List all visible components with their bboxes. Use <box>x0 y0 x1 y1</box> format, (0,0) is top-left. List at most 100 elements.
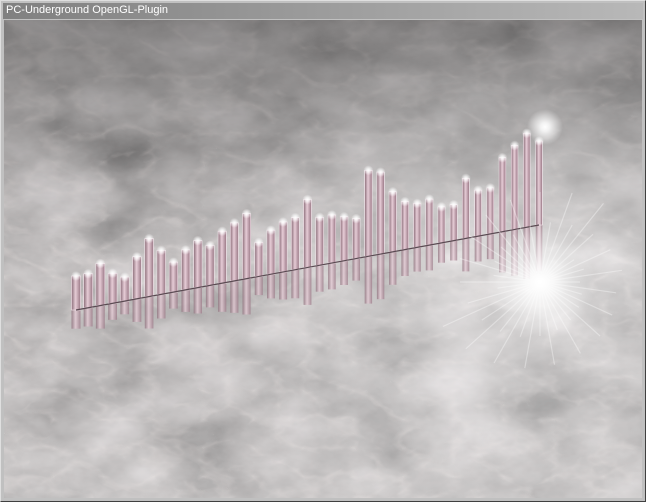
bar-sparkle <box>180 244 191 255</box>
spectrum-bar-reflection <box>193 287 202 314</box>
spectrum-bar <box>230 222 239 282</box>
title-bar[interactable]: PC-Underground OpenGL-Plugin <box>3 3 643 19</box>
bar-sparkle <box>387 186 398 197</box>
top-glint <box>527 109 563 145</box>
spectrum-bar <box>388 191 397 253</box>
spectrum-bar <box>254 242 264 277</box>
spectrum-bar <box>425 198 434 246</box>
bar-sparkle <box>131 251 142 262</box>
bar-sparkle <box>168 257 179 268</box>
spectrum-bar-reflection <box>205 285 215 308</box>
spectrum-bar <box>266 229 276 275</box>
spectrum-bar-reflection <box>364 256 373 304</box>
bar-sparkle <box>192 235 203 246</box>
spectrum-bar <box>449 204 458 241</box>
bar-sparkle <box>119 272 130 283</box>
bar-sparkle <box>363 165 374 176</box>
spectrum-bar <box>352 218 361 259</box>
spectrum-bar-reflection <box>132 298 142 322</box>
bar-sparkle <box>71 271 81 281</box>
spectrum-bar-reflection <box>95 305 105 329</box>
bar-sparkle <box>326 210 337 220</box>
window-title: PC-Underground OpenGL-Plugin <box>6 4 169 16</box>
bar-sparkle <box>424 194 435 205</box>
spectrum-bar <box>71 275 81 311</box>
spectrum-bar-reflection <box>157 294 166 319</box>
spectrum-bar-reflection <box>108 303 117 320</box>
spectrum-bar <box>303 199 312 268</box>
spectrum-bar <box>401 201 409 250</box>
spectrum-bar <box>156 250 166 295</box>
spectrum-bar-reflection <box>450 240 458 261</box>
spectrum-bar <box>291 217 300 270</box>
spectrum-bar-reflection <box>267 274 275 299</box>
spectrum-bar <box>523 132 531 228</box>
bar-sparkle <box>497 152 508 163</box>
plugin-window: PC-Underground OpenGL-Plugin <box>0 0 646 502</box>
bar-sparkle <box>107 268 118 279</box>
spectrum-bar-reflection <box>340 260 348 285</box>
spectrum-bar <box>474 189 482 237</box>
spectrum-bar-reflection <box>438 242 445 263</box>
bar-sparkle <box>144 233 155 244</box>
spectrum-bar-reflection <box>279 272 288 300</box>
bar-sparkle <box>351 213 362 224</box>
spectrum-bar <box>535 140 543 226</box>
bar-sparkle <box>265 225 276 236</box>
spectrum-bar <box>327 214 337 264</box>
bar-sparkle <box>339 211 350 222</box>
spectrum-bar <box>413 203 422 248</box>
spectrum-bar-reflection <box>169 292 178 309</box>
spectrum-bar <box>205 245 215 286</box>
spectrum-bar <box>437 206 446 244</box>
spectrum-bar-reflection <box>242 278 251 315</box>
spectrum-bar-reflection <box>425 245 433 271</box>
bar-sparkle <box>485 182 496 193</box>
spectrum-bar-reflection <box>218 283 227 312</box>
bar-sparkle <box>95 258 106 269</box>
spectrum-bar-reflection <box>389 251 397 285</box>
bar-sparkle <box>278 217 289 227</box>
spectrum-bar-reflection <box>315 265 324 292</box>
spectrum-bar-reflection <box>352 258 360 281</box>
bar-sparkle <box>460 173 471 184</box>
spectrum-bar <box>242 213 251 279</box>
spectrum-bar-reflection <box>230 280 239 313</box>
opengl-viewport[interactable] <box>4 20 642 498</box>
spectrum-bar-reflection <box>462 238 470 272</box>
spectrum-bar <box>181 249 191 291</box>
spectrum-bar <box>376 171 385 255</box>
bar-sparkle <box>509 140 520 151</box>
bar-sparkle <box>448 199 459 210</box>
spectrum-bar <box>339 216 349 262</box>
spectrum-bar <box>83 273 93 309</box>
spectrum-bar <box>278 221 288 273</box>
spectrum-bar-reflection <box>413 247 421 272</box>
bar-sparkle <box>241 208 252 219</box>
bar-sparkle <box>436 201 447 212</box>
bar-sparkle <box>290 212 301 223</box>
spectrum-bar-reflection <box>291 269 300 299</box>
spectrum-bar-reflection <box>254 276 263 296</box>
spectrum-bar <box>315 217 324 266</box>
spectrum-bar <box>193 240 203 288</box>
spectrum-bar-reflection <box>120 301 130 315</box>
bar-sparkle <box>229 217 240 228</box>
spectrum-bar-reflection <box>144 296 154 329</box>
bar-sparkle <box>205 240 215 251</box>
bar-sparkle <box>253 237 264 248</box>
spectrum-bar <box>144 238 154 297</box>
bar-sparkle <box>375 167 386 178</box>
spectrum-bar <box>498 157 507 232</box>
spectrum-bar-reflection <box>181 289 190 312</box>
spectrum-bar <box>486 187 494 235</box>
bar-sparkle <box>314 212 325 223</box>
spectrum-bar-reflection <box>303 267 312 305</box>
bar-sparkle <box>156 245 167 256</box>
spectrum-bar <box>132 256 142 300</box>
spectrum-bar <box>217 230 227 284</box>
spectrum-bar-reflection <box>83 307 93 327</box>
bar-sparkle <box>302 194 313 205</box>
bar-sparkle <box>83 268 94 279</box>
spectrum-bar-reflection <box>328 263 336 290</box>
